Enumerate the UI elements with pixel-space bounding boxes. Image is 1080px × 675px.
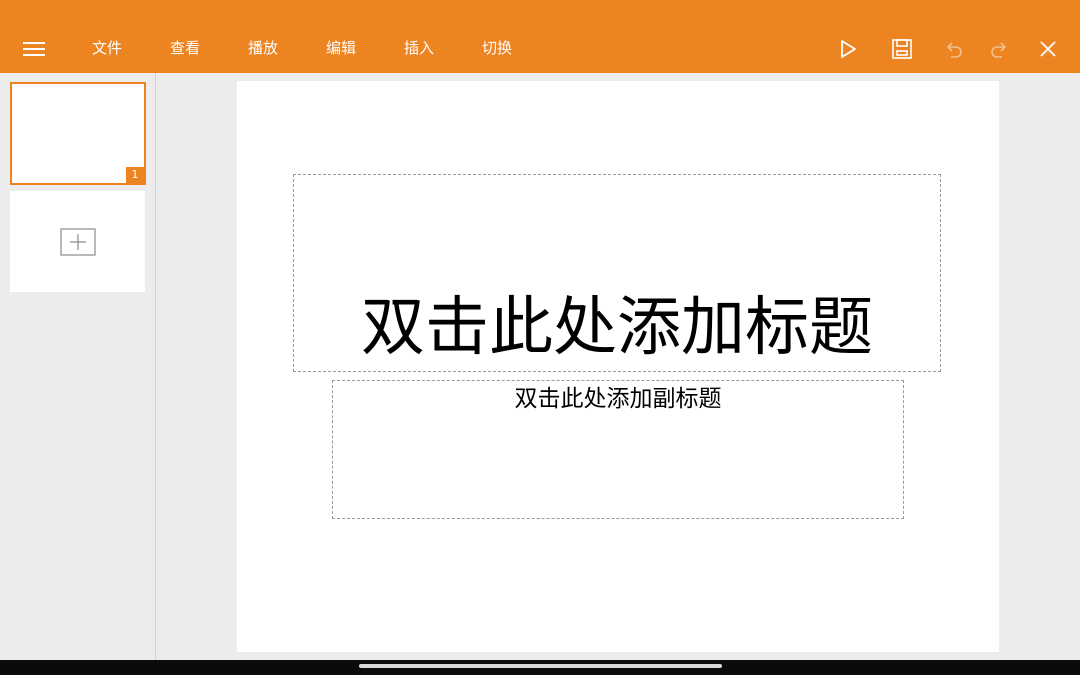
save-icon [892,39,912,59]
slide-thumbnail[interactable]: 1 [10,82,146,185]
undo-icon [946,42,962,58]
subtitle-placeholder-text: 双击此处添加副标题 [514,386,722,412]
close-button[interactable] [1033,34,1063,64]
undo-button[interactable] [938,34,968,64]
system-navigation-bar [0,660,1080,675]
play-button[interactable] [833,34,863,64]
add-slide-button[interactable] [10,191,145,292]
tab-view[interactable]: 查看 [170,38,200,58]
close-icon [1040,41,1056,57]
tab-play[interactable]: 播放 [248,38,278,58]
add-slide-icon [59,227,96,256]
tab-file[interactable]: 文件 [92,38,122,58]
top-toolbar: 文件 查看 播放 编辑 插入 切换 [0,0,1080,73]
menu-button[interactable] [14,30,54,68]
title-placeholder-box[interactable]: 双击此处添加标题 [293,174,941,372]
slide-number-badge: 1 [126,167,144,183]
tab-transition[interactable]: 切换 [482,38,512,58]
slide-canvas: 双击此处添加标题 双击此处添加副标题 [237,81,999,652]
title-placeholder-text: 双击此处添加标题 [361,291,873,365]
tab-edit[interactable]: 编辑 [326,38,356,58]
subtitle-placeholder-box[interactable]: 双击此处添加副标题 [332,380,904,519]
redo-icon [991,42,1007,58]
tab-insert[interactable]: 插入 [404,38,434,58]
save-button[interactable] [887,34,917,64]
play-icon [841,40,856,58]
home-indicator[interactable] [359,664,722,668]
redo-button[interactable] [985,34,1015,64]
slide-thumbnail-panel: 1 [0,73,156,660]
hamburger-icon [23,42,45,56]
